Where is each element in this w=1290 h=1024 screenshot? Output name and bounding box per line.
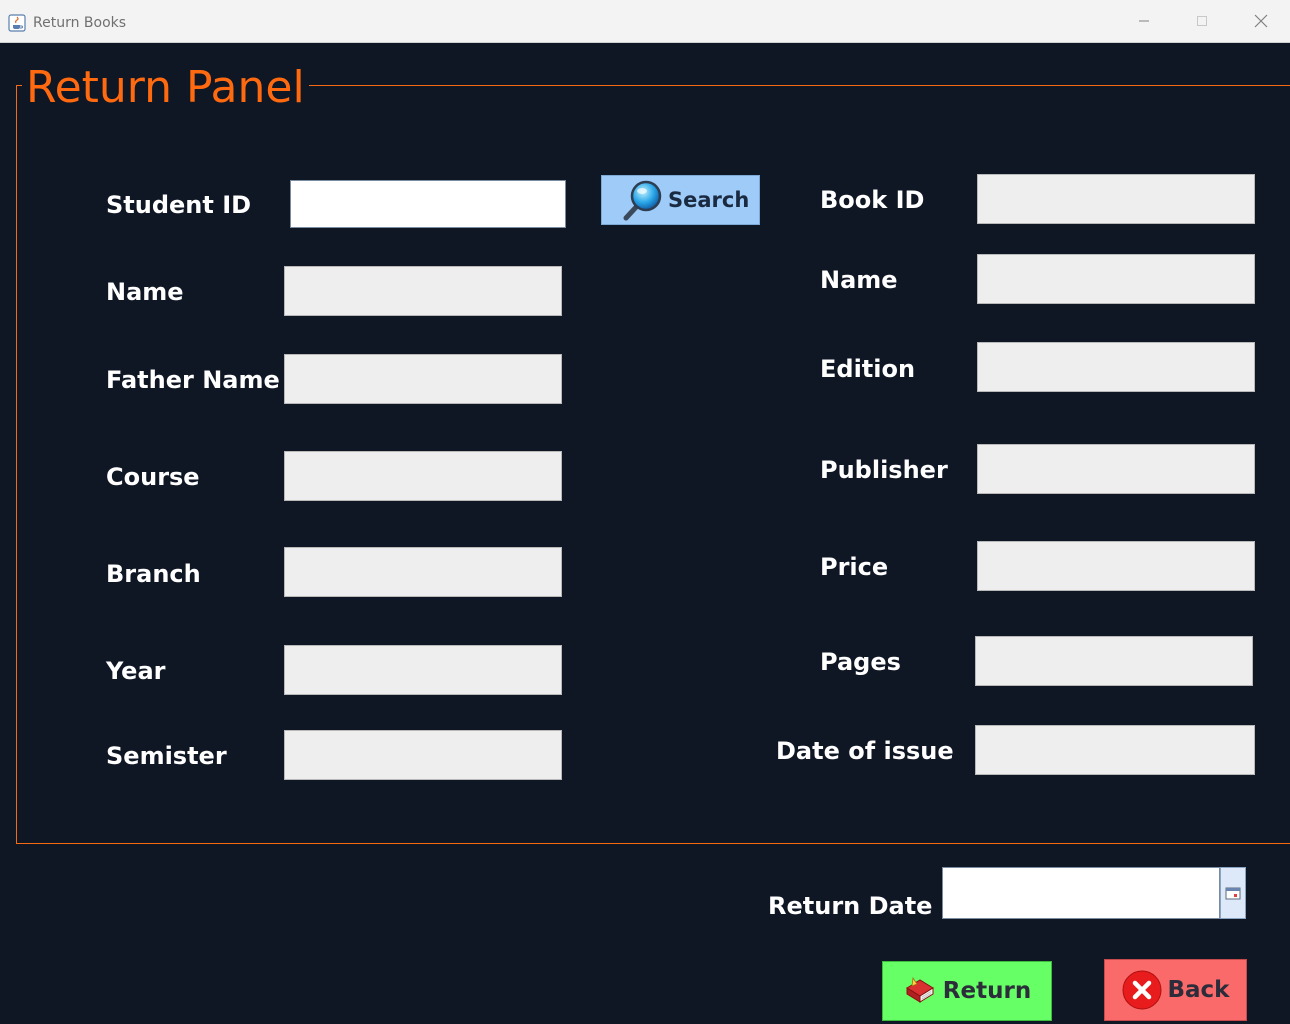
- publisher-field[interactable]: [977, 444, 1255, 494]
- return-button-label: Return: [942, 978, 1032, 1004]
- date-of-issue-label: Date of issue: [776, 737, 954, 765]
- year-label: Year: [106, 657, 166, 685]
- book-id-field[interactable]: [977, 174, 1255, 224]
- edition-field[interactable]: [977, 342, 1255, 392]
- price-field[interactable]: [977, 541, 1255, 591]
- maximize-icon: [1197, 16, 1207, 26]
- return-date-input[interactable]: [942, 867, 1220, 919]
- semister-label: Semister: [106, 742, 227, 770]
- minimize-icon: [1139, 20, 1149, 22]
- father-name-label: Father Name: [106, 366, 280, 394]
- return-book-icon: [905, 976, 934, 1003]
- return-button[interactable]: Return: [882, 961, 1052, 1021]
- maximize-button[interactable]: [1179, 6, 1225, 36]
- window-titlebar: Return Books: [0, 0, 1290, 43]
- publisher-label: Publisher: [820, 456, 948, 484]
- student-id-label: Student ID: [106, 191, 252, 219]
- course-field[interactable]: [284, 451, 562, 501]
- edition-label: Edition: [820, 355, 916, 383]
- search-button[interactable]: Search: [601, 175, 760, 225]
- student-name-label: Name: [106, 278, 184, 306]
- pages-label: Pages: [820, 648, 901, 676]
- window-title: Return Books: [33, 15, 127, 31]
- close-window-button[interactable]: [1238, 6, 1284, 36]
- minimize-button[interactable]: [1121, 6, 1167, 36]
- semister-field[interactable]: [284, 730, 562, 780]
- book-id-label: Book ID: [820, 186, 925, 214]
- back-button[interactable]: Back: [1104, 959, 1247, 1021]
- branch-label: Branch: [106, 560, 201, 588]
- back-button-label: Back: [1167, 977, 1230, 1003]
- course-label: Course: [106, 463, 200, 491]
- search-button-label: Search: [668, 188, 750, 212]
- return-date-label: Return Date: [768, 892, 933, 920]
- year-field[interactable]: [284, 645, 562, 695]
- branch-field[interactable]: [284, 547, 562, 597]
- book-name-field[interactable]: [977, 254, 1255, 304]
- java-cup-icon: [8, 14, 26, 32]
- calendar-button[interactable]: [1220, 867, 1246, 919]
- pages-field[interactable]: [975, 636, 1253, 686]
- calendar-icon: [1225, 887, 1241, 900]
- date-of-issue-field[interactable]: [975, 725, 1255, 775]
- panel-title: Return Panel: [22, 62, 309, 114]
- book-name-label: Name: [820, 266, 898, 294]
- price-label: Price: [820, 553, 889, 581]
- magnifier-icon: [623, 180, 662, 221]
- student-name-field[interactable]: [284, 266, 562, 316]
- close-circle-icon: [1122, 970, 1161, 1010]
- student-id-input[interactable]: [290, 180, 566, 228]
- close-icon: [1254, 14, 1268, 28]
- father-name-field[interactable]: [284, 354, 562, 404]
